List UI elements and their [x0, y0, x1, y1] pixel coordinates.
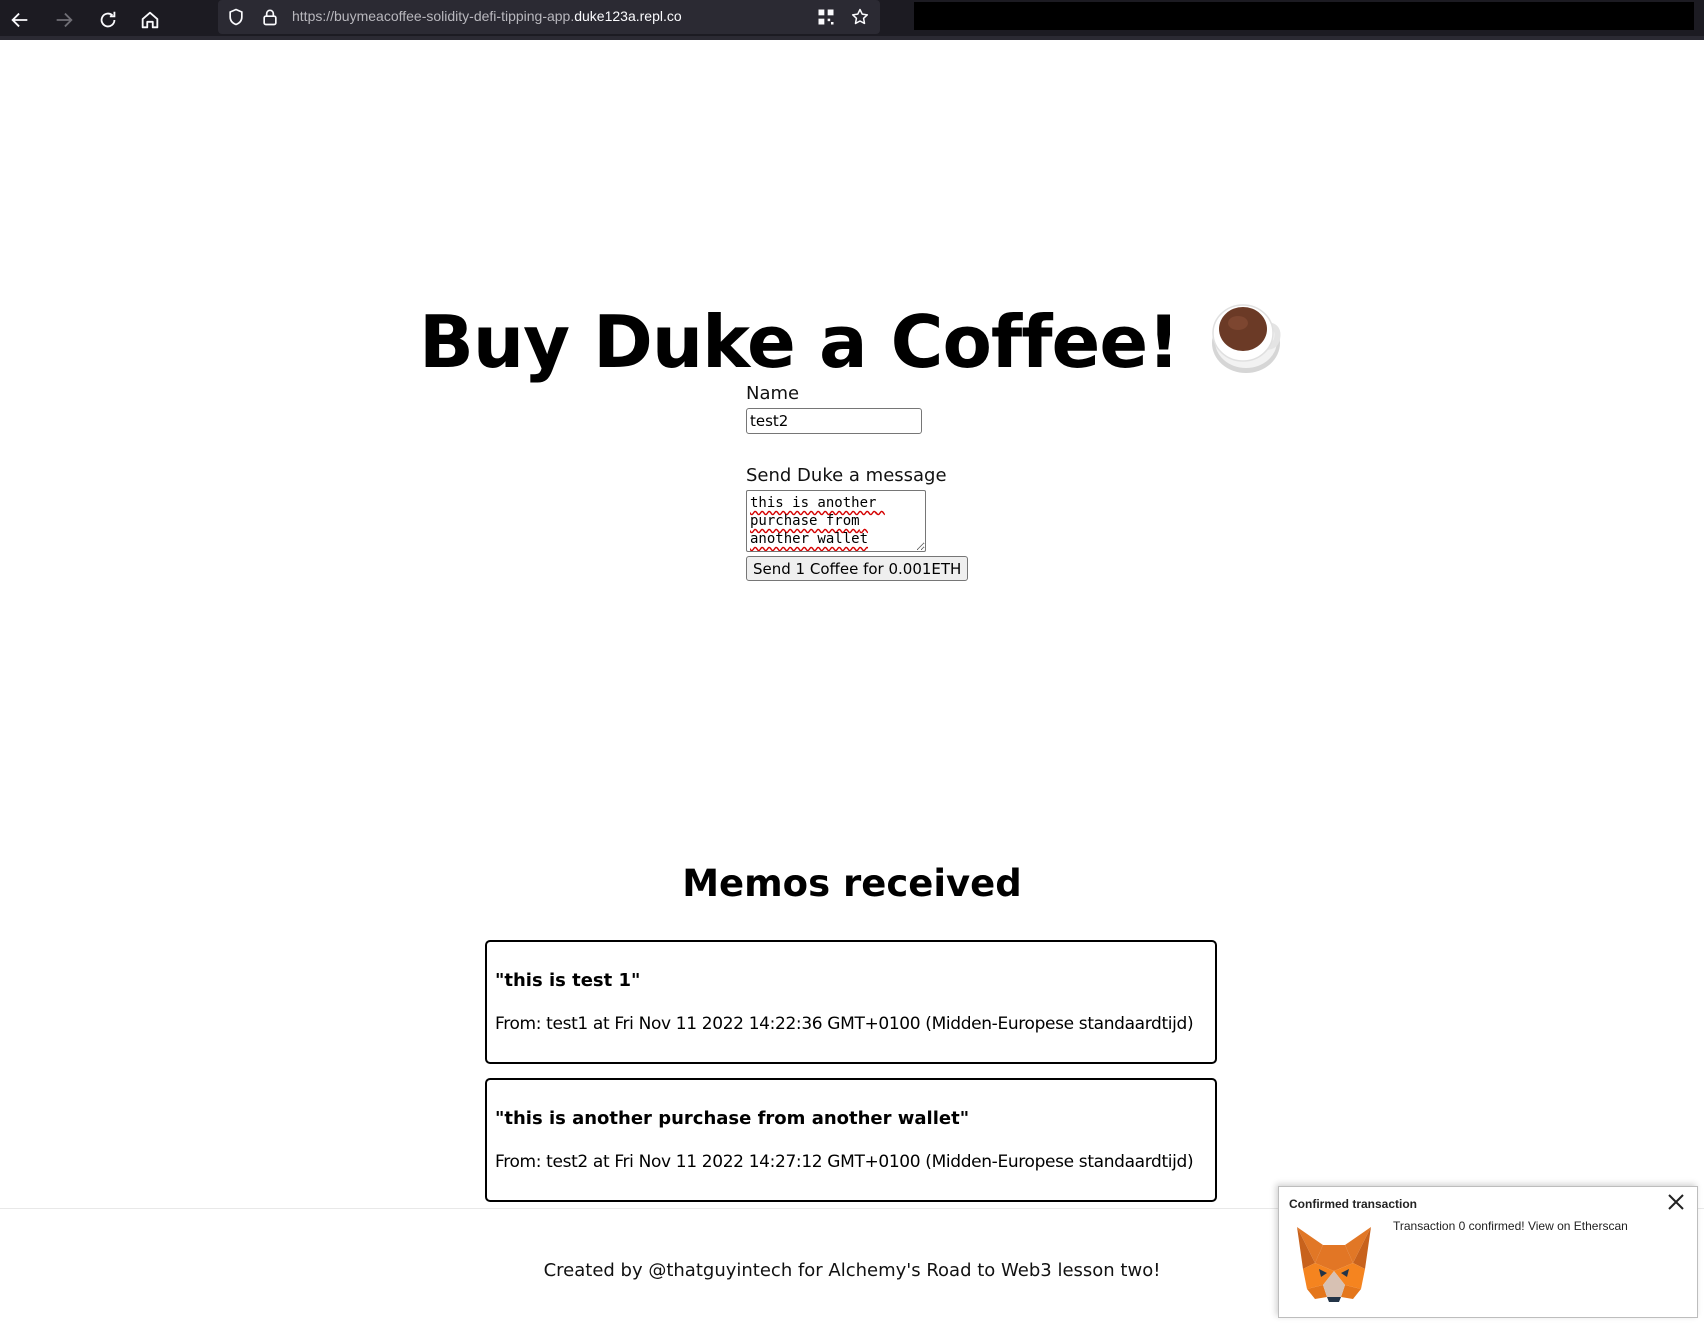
- notification-title: Confirmed transaction: [1289, 1197, 1418, 1211]
- memo-card: "this is test 1" From: test1 at Fri Nov …: [485, 940, 1217, 1064]
- transaction-notification: Confirmed transaction Transaction 0 conf…: [1278, 1186, 1698, 1318]
- shield-icon[interactable]: [224, 5, 248, 29]
- name-label: Name: [746, 383, 800, 404]
- url-domain: duke123a.repl.co: [574, 8, 682, 24]
- browser-toolbar: https://buymeacoffee-solidity-defi-tippi…: [0, 0, 1704, 40]
- reload-icon[interactable]: [92, 4, 124, 36]
- home-icon[interactable]: [134, 4, 166, 36]
- redacted-area: [914, 2, 1694, 30]
- notification-body[interactable]: Transaction 0 confirmed! View on Ethersc…: [1393, 1219, 1628, 1233]
- forward-icon[interactable]: [48, 4, 80, 36]
- message-label: Send Duke a message: [746, 465, 947, 486]
- name-input[interactable]: [746, 408, 922, 434]
- back-icon[interactable]: [4, 4, 36, 36]
- url-prefix: https://buymeacoffee-solidity-defi-tippi…: [292, 8, 575, 24]
- metamask-fox-icon: [1293, 1223, 1375, 1303]
- page-title-text: Buy Duke a Coffee!: [418, 300, 1180, 384]
- toolbar-divider: [0, 36, 1704, 40]
- memos-list: "this is test 1" From: test1 at Fri Nov …: [485, 940, 1217, 1216]
- send-coffee-button[interactable]: Send 1 Coffee for 0.001ETH: [746, 556, 969, 581]
- memos-title: Memos received: [682, 862, 1022, 905]
- memo-message: "this is another purchase from another w…: [495, 1108, 970, 1129]
- lock-icon[interactable]: [258, 5, 282, 29]
- bookmark-star-icon[interactable]: [848, 5, 872, 29]
- memo-message: "this is test 1": [495, 970, 641, 991]
- memo-from: From: test1 at Fri Nov 11 2022 14:22:36 …: [495, 1014, 1194, 1034]
- message-textarea[interactable]: this is another purchase from another wa…: [746, 490, 926, 552]
- qr-code-icon[interactable]: [814, 5, 838, 29]
- page-title: Buy Duke a Coffee!: [0, 296, 1704, 388]
- memo-card: "this is another purchase from another w…: [485, 1078, 1217, 1202]
- address-bar[interactable]: https://buymeacoffee-solidity-defi-tippi…: [218, 0, 880, 34]
- coffee-form: Name Send Duke a message this is another…: [746, 382, 1146, 581]
- hot-beverage-emoji-icon: [1211, 299, 1285, 373]
- url-text[interactable]: https://buymeacoffee-solidity-defi-tippi…: [292, 8, 682, 24]
- memo-from: From: test2 at Fri Nov 11 2022 14:27:12 …: [495, 1152, 1194, 1172]
- close-icon[interactable]: [1665, 1191, 1687, 1213]
